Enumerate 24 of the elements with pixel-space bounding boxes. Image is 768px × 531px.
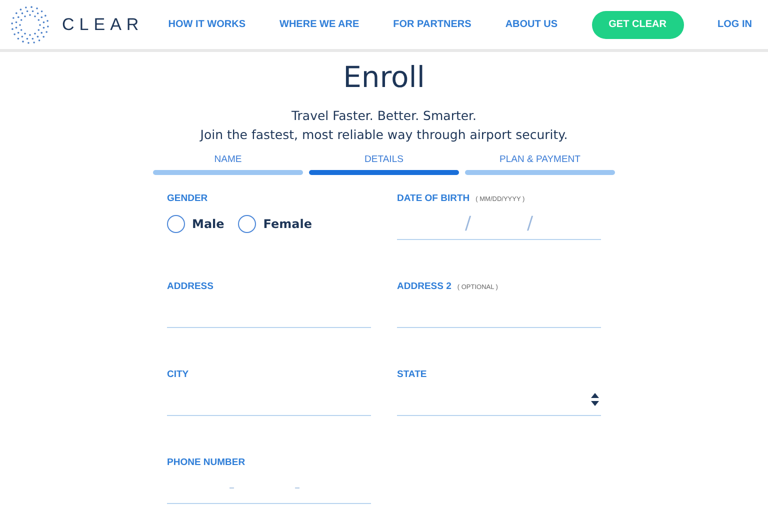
- step-tab[interactable]: NAME: [153, 154, 303, 175]
- tagline: Join the fastest, most reliable way through airport security.: [200, 126, 568, 144]
- field-label: ADDRESS 2: [397, 281, 452, 292]
- field-label: STATE: [397, 369, 427, 380]
- phone-field[interactable]: – –: [167, 471, 371, 504]
- tagline: Travel Faster. Better. Smarter.: [291, 107, 477, 125]
- field-label: GENDER: [167, 193, 208, 204]
- sort-arrows-icon: [591, 392, 599, 406]
- step-tab[interactable]: PLAN & PAYMENT: [465, 154, 615, 175]
- nav-link[interactable]: ABOUT US: [505, 19, 558, 30]
- field-label: ADDRESS: [167, 281, 214, 292]
- nav-link[interactable]: WHERE WE ARE: [280, 19, 360, 30]
- field-label: PHONE NUMBER: [167, 457, 246, 468]
- field-label: CITY: [167, 369, 189, 380]
- logo-text: CLEAR: [62, 14, 144, 34]
- field-label: DATE OF BIRTH: [397, 193, 470, 204]
- nav-link[interactable]: LOG IN: [718, 19, 752, 30]
- radio-option[interactable]: Female: [238, 215, 312, 233]
- nav-link[interactable]: FOR PARTNERS: [393, 19, 472, 30]
- logo-icon: [10, 4, 50, 44]
- nav-link[interactable]: HOW IT WORKS: [168, 19, 246, 30]
- step-tab[interactable]: DETAILS: [309, 154, 459, 175]
- page-title: Enroll: [343, 60, 425, 94]
- radio-option[interactable]: Male: [167, 215, 224, 233]
